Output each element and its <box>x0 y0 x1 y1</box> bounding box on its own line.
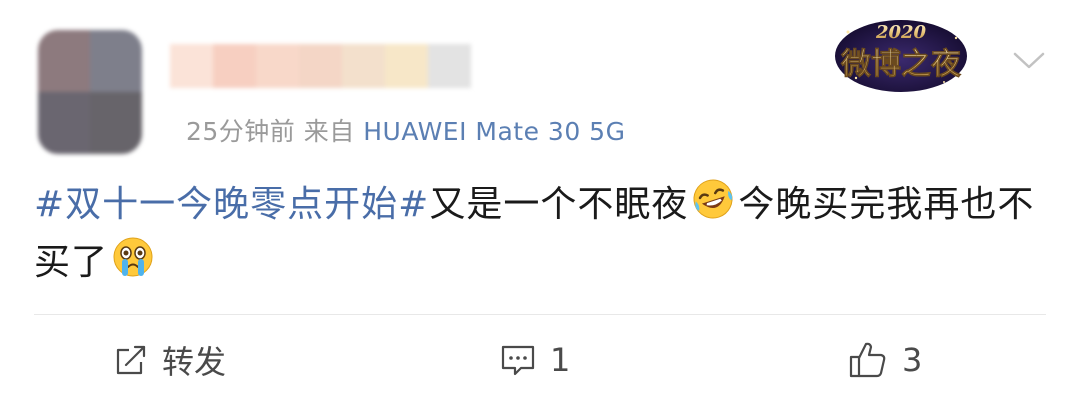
repost-icon <box>116 345 146 375</box>
like-count: 3 <box>902 341 923 379</box>
chevron-down-icon[interactable] <box>1012 50 1046 72</box>
comment-icon <box>501 345 535 376</box>
crying-emoji-icon <box>113 237 153 277</box>
post-meta: 25分钟前 来自 HUAWEI Mate 30 5G <box>186 112 625 148</box>
weibo-post-card: 25分钟前 来自 HUAWEI Mate 30 5G 2020 微博之夜 #双十… <box>0 0 1080 407</box>
weibo-night-2020-badge[interactable]: 2020 微博之夜 <box>826 12 976 94</box>
svg-text:2020: 2020 <box>875 22 927 43</box>
post-time: 25分钟前 <box>186 117 296 146</box>
post-text-segment: 又是一个不眠夜 <box>429 184 689 225</box>
comment-button[interactable]: 1 <box>500 336 570 384</box>
post-source-prefix: 来自 <box>303 117 355 146</box>
repost-button[interactable]: 转发 <box>114 336 226 384</box>
hashtag-link[interactable]: #双十一今晚零点开始# <box>34 184 429 225</box>
svg-text:微博之夜: 微博之夜 <box>840 47 962 82</box>
thumbs-up-icon <box>849 342 886 378</box>
post-content: #双十一今晚零点开始#又是一个不眠夜 今晚买完我再也不买了 <box>34 176 1046 292</box>
divider <box>34 314 1046 315</box>
comment-count: 1 <box>550 341 571 379</box>
like-button[interactable]: 3 <box>848 336 922 384</box>
repost-label: 转发 <box>162 343 227 381</box>
avatar[interactable] <box>38 30 142 154</box>
username-obscured[interactable] <box>170 44 471 88</box>
laughing-crying-emoji-icon <box>693 179 733 219</box>
post-device[interactable]: HUAWEI Mate 30 5G <box>363 117 625 146</box>
